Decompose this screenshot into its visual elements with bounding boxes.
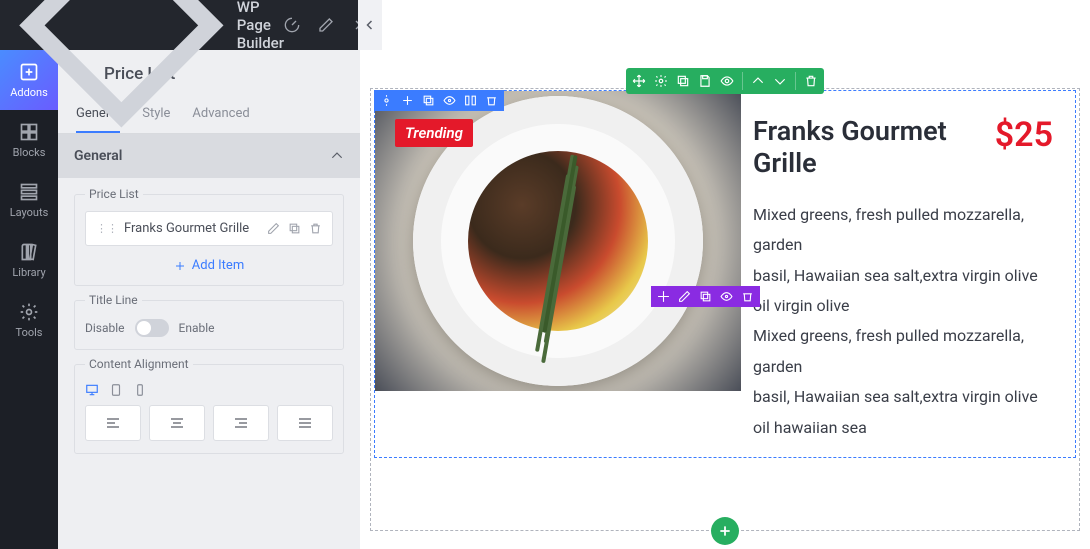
title-line-toggle[interactable] <box>135 319 169 337</box>
gear-icon <box>19 302 39 322</box>
align-center-button[interactable] <box>149 405 205 441</box>
move-icon[interactable] <box>632 74 646 88</box>
column-toolbar <box>374 90 504 111</box>
align-left-icon <box>105 415 121 431</box>
app-topbar: WP Page Builder <box>0 0 382 50</box>
copy-icon[interactable] <box>676 74 690 88</box>
eye-icon[interactable] <box>443 94 456 107</box>
move-icon[interactable] <box>657 290 670 303</box>
align-left-button[interactable] <box>85 405 141 441</box>
dish-description: Mixed greens, fresh pulled mozzarella, g… <box>753 200 1053 443</box>
chevron-up-icon[interactable] <box>751 74 765 88</box>
library-icon <box>19 242 39 262</box>
dish-text-column: Franks Gourmet Grille $25 Mixed greens, … <box>741 91 1075 457</box>
pencil-icon[interactable] <box>267 222 280 235</box>
trash-icon[interactable] <box>741 290 754 303</box>
chevron-up-icon <box>330 149 344 163</box>
grip-icon[interactable]: ⋮⋮ <box>96 222 118 235</box>
gear-icon[interactable] <box>380 94 393 107</box>
trash-icon[interactable] <box>804 74 818 88</box>
gear-icon[interactable] <box>654 74 668 88</box>
dish-title: Franks Gourmet Grille <box>753 115 953 180</box>
tablet-icon[interactable] <box>109 383 123 397</box>
eye-icon[interactable] <box>720 74 734 88</box>
plus-icon <box>718 524 732 538</box>
rail-layouts[interactable]: Layouts <box>0 170 58 230</box>
price-list-row[interactable]: Trending Franks Gourmet Grille $25 Mixed… <box>374 90 1076 458</box>
price-list-item[interactable]: ⋮⋮ Franks Gourmet Grille <box>85 211 333 246</box>
mobile-icon[interactable] <box>133 383 147 397</box>
copy-icon[interactable] <box>699 290 712 303</box>
align-right-button[interactable] <box>213 405 269 441</box>
app-title: WP Page Builder <box>237 0 284 52</box>
price-list-group: Price List ⋮⋮ Franks Gourmet Grille Add … <box>74 194 344 286</box>
copy-icon[interactable] <box>422 94 435 107</box>
chevron-down-icon[interactable] <box>773 74 787 88</box>
preview-canvas: Trending Franks Gourmet Grille $25 Mixed… <box>360 0 1090 549</box>
title-line-group: Title Line Disable Enable <box>74 300 344 350</box>
content-alignment-group: Content Alignment <box>74 364 344 454</box>
save-icon[interactable] <box>698 74 712 88</box>
section-general-header[interactable]: General <box>58 134 360 178</box>
eye-icon[interactable] <box>720 290 733 303</box>
dish-price: $25 <box>995 115 1053 155</box>
rail-tools[interactable]: Tools <box>0 290 58 350</box>
edit-icon[interactable] <box>318 17 334 33</box>
align-center-icon <box>169 415 185 431</box>
addon-toolbar <box>651 286 760 307</box>
columns-icon[interactable] <box>464 94 477 107</box>
add-item-button[interactable]: Add Item <box>85 258 333 273</box>
logo-icon <box>14 0 229 132</box>
align-justify-icon <box>297 415 313 431</box>
layouts-icon <box>19 182 39 202</box>
collapse-panel-button[interactable] <box>358 0 382 50</box>
align-right-icon <box>233 415 249 431</box>
rail-library[interactable]: Library <box>0 230 58 290</box>
trash-icon[interactable] <box>309 222 322 235</box>
plus-icon[interactable] <box>401 94 414 107</box>
edit-icon[interactable] <box>678 290 691 303</box>
add-section-button[interactable] <box>711 517 739 545</box>
trending-badge: Trending <box>395 119 473 147</box>
section-toolbar <box>626 68 824 94</box>
align-justify-button[interactable] <box>277 405 333 441</box>
chevron-left-icon <box>364 19 376 31</box>
copy-icon[interactable] <box>288 222 301 235</box>
trash-icon[interactable] <box>485 94 498 107</box>
dish-image: Trending <box>375 91 741 391</box>
speed-icon[interactable] <box>284 17 300 33</box>
plus-icon <box>174 260 186 272</box>
desktop-icon[interactable] <box>85 383 99 397</box>
